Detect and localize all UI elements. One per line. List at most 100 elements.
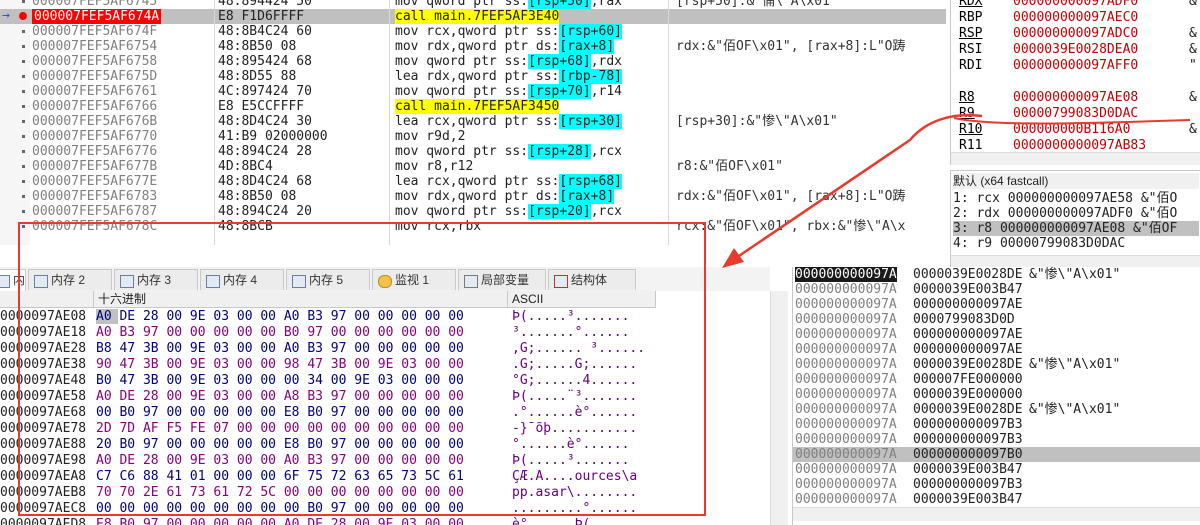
disasm-address[interactable]: 000007FEF5AF6787 (32, 204, 157, 219)
stack-row[interactable]: 000000000097A 000000000097B3 (793, 417, 1200, 432)
breakpoint-icon[interactable] (19, 12, 27, 20)
register-row[interactable]: RSI 0000039E0028DEA0 & (951, 42, 1200, 57)
stack-address[interactable]: 000000000097A (795, 357, 897, 372)
disasm-row[interactable]: 000007FEF5AF6761 4C:897424 70 mov qword pt… (0, 84, 946, 99)
register-value[interactable]: 000000000097AFF0 (1013, 58, 1138, 73)
stack-address[interactable]: 000000000097A (795, 492, 897, 507)
disasm-instruction[interactable]: mov rdx,qword ptr ds:[rax+8] (395, 39, 615, 54)
stack-value[interactable]: 0000039E003B47 (913, 462, 1023, 477)
disasm-instruction[interactable]: lea rcx,qword ptr ss:[rsp+68] (395, 174, 622, 189)
stack-value[interactable]: 000000000097AE (913, 327, 1023, 342)
register-value[interactable]: 000000000097ADC0 (1013, 26, 1138, 41)
stack-address[interactable]: 000000000097A (795, 312, 897, 327)
stack-value[interactable]: 000000000097B3 (913, 477, 1023, 492)
stack-value[interactable]: 0000039E0028DE (913, 402, 1023, 417)
dump-ascii[interactable]: è°......Þ(...... (512, 517, 637, 525)
dump-row[interactable]: 0000097AED8 E8 B0 97 00 00 00 00 00 A0 DE… (0, 517, 770, 525)
stack-value[interactable]: 000007FE000000 (913, 372, 1023, 387)
stack-address[interactable]: 000000000097A (795, 477, 897, 492)
stack-row[interactable]: 000000000097A 000000000097B0 (793, 447, 1200, 462)
register-row[interactable]: RDX 000000000097ADF0 & (951, 0, 1200, 9)
disasm-row[interactable]: 000007FEF5AF674F 48:8B4C24 60 mov rcx,qwor… (0, 24, 946, 39)
stack-address[interactable]: 000000000097A (795, 282, 897, 297)
dump-vscrollbar[interactable] (770, 291, 788, 525)
disasm-address[interactable]: 000007FEF5AF677B (32, 159, 157, 174)
disasm-instruction[interactable]: mov qword ptr ss:[rsp+50],rax (395, 0, 622, 9)
stack-value[interactable]: 0000799083D0D (913, 312, 1015, 327)
disasm-address[interactable]: 000007FEF5AF6745 (32, 0, 157, 9)
register-value[interactable]: 000000000097AEC0 (1013, 10, 1138, 25)
disasm-address[interactable]: 000007FEF5AF6754 (32, 39, 157, 54)
stack-value[interactable]: 0000039E000000 (913, 387, 1023, 402)
stack-pane[interactable]: 000000000097A 0000039E0028DE &"惨\"A\x01" 00… (792, 267, 1200, 525)
stack-value[interactable]: 0000039E003B47 (913, 492, 1023, 507)
disasm-instruction[interactable]: call main.7FEF5AF3E40 (395, 9, 560, 24)
stack-row[interactable]: 000000000097A 0000799083D0D (793, 312, 1200, 327)
stack-address[interactable]: 000000000097A (795, 387, 897, 402)
disasm-address[interactable]: 000007FEF5AF675D (32, 69, 157, 84)
disasm-instruction[interactable]: mov rcx,qword ptr ss:[rsp+60] (395, 24, 622, 39)
disasm-instruction[interactable]: call main.7FEF5AF3450 (395, 99, 560, 114)
stack-address[interactable]: 000000000097A (795, 327, 897, 342)
stack-value[interactable]: 0000039E0028DE (913, 357, 1023, 372)
stack-value[interactable]: 000000000097B3 (913, 432, 1023, 447)
disasm-address[interactable]: 000007FEF5AF676B (32, 114, 157, 129)
stack-value[interactable]: 000000000097AE (913, 297, 1023, 312)
disasm-instruction[interactable]: mov qword ptr ss:[rsp+20],rcx (395, 204, 622, 219)
disasm-instruction[interactable]: lea rdx,qword ptr ss:[rbp-78] (395, 69, 622, 84)
disasm-instruction[interactable]: mov r9d,2 (395, 129, 465, 144)
stack-row[interactable]: 000000000097A 0000039E003B47 (793, 282, 1200, 297)
disasm-address[interactable]: 000007FEF5AF6758 (32, 54, 157, 69)
disasm-address[interactable]: 000007FEF5AF6776 (32, 144, 157, 159)
disasm-address[interactable]: 000007FEF5AF677E (32, 174, 157, 189)
stack-row[interactable]: 000000000097A 0000039E0028DE &"惨\"A\x01" (793, 357, 1200, 372)
stack-address[interactable]: 000000000097A (795, 462, 897, 477)
disasm-instruction[interactable]: mov rdx,qword ptr ds:[rax+8] (395, 189, 615, 204)
stack-hscrollbar[interactable] (793, 507, 1200, 521)
register-value[interactable]: 0000039E0028DEA0 (1013, 42, 1138, 57)
disasm-instruction[interactable]: mov r8,r12 (395, 159, 473, 174)
stack-address[interactable]: 000000000097A (795, 417, 897, 432)
disasm-row[interactable]: 000007FEF5AF675D 48:8D55 88 lea rdx,qword … (0, 69, 946, 84)
register-value[interactable]: 000000000097ADF0 (1013, 0, 1138, 9)
stack-row[interactable]: 000000000097A 0000039E0028DE &"惨\"A\x01" (793, 402, 1200, 417)
stack-address[interactable]: 000000000097A (795, 432, 897, 447)
dump-address[interactable]: 0000097AED8 (0, 517, 86, 525)
stack-value[interactable]: 0000039E003B47 (913, 282, 1023, 297)
stack-address[interactable]: 000000000097A (795, 372, 897, 387)
stack-value[interactable]: 000000000097B0 (913, 447, 1023, 462)
register-row[interactable]: RBP 000000000097AEC0 (951, 10, 1200, 25)
disasm-address[interactable]: 000007FEF5AF674A (32, 9, 162, 24)
disasm-row[interactable]: 000007FEF5AF6754 48:8B50 08 mov rdx,qword … (0, 39, 946, 54)
stack-address[interactable]: 000000000097A (795, 342, 897, 357)
disasm-address[interactable]: 000007FEF5AF6761 (32, 84, 157, 99)
register-value[interactable]: 000000000097AE08 (1013, 90, 1138, 105)
disasm-address[interactable]: 000007FEF5AF6770 (32, 129, 157, 144)
disasm-address[interactable]: 000007FEF5AF674F (32, 24, 157, 39)
disasm-instruction[interactable]: mov qword ptr ss:[rsp+70],r14 (395, 84, 622, 99)
stack-row[interactable]: 000000000097A 000000000097AE (793, 327, 1200, 342)
stack-value[interactable]: 000000000097B3 (913, 417, 1023, 432)
stack-value[interactable]: 000000000097AE (913, 342, 1023, 357)
stack-row[interactable]: 000000000097A 0000039E003B47 (793, 492, 1200, 507)
disasm-instruction[interactable]: lea rcx,qword ptr ss:[rsp+30] (395, 114, 622, 129)
disasm-instruction[interactable]: mov qword ptr ss:[rsp+68],rdx (395, 54, 622, 69)
dump-hex-bytes[interactable]: E8 B0 97 00 00 00 00 00 A0 DE 28 00 9E 0… (96, 517, 464, 525)
stack-address[interactable]: 000000000097A (795, 297, 897, 312)
register-row[interactable]: RSP 000000000097ADC0 & (951, 26, 1200, 41)
disasm-instruction[interactable]: mov qword ptr ss:[rsp+28],rcx (395, 144, 622, 159)
disasm-address[interactable]: 000007FEF5AF6783 (32, 189, 157, 204)
stack-row[interactable]: 000000000097A 000007FE000000 (793, 372, 1200, 387)
register-row[interactable] (951, 74, 1200, 89)
stack-row[interactable]: 000000000097A 0000039E003B47 (793, 462, 1200, 477)
stack-row[interactable]: 000000000097A 000000000097AE (793, 297, 1200, 312)
stack-row[interactable]: 000000000097A 0000039E000000 (793, 387, 1200, 402)
stack-row[interactable]: 000000000097A 000000000097B3 (793, 432, 1200, 447)
register-row[interactable]: RDI 000000000097AFF0 " (951, 58, 1200, 73)
disasm-row[interactable]: 000007FEF5AF674A E8 F1D6FFFF call main.7FE… (0, 9, 946, 24)
disasm-address[interactable]: 000007FEF5AF6766 (32, 99, 157, 114)
register-value[interactable]: 0000000000097AB83 (1013, 138, 1146, 153)
stack-address[interactable]: 000000000097A (795, 402, 897, 417)
stack-row[interactable]: 000000000097A 000000000097B3 (793, 477, 1200, 492)
stack-row[interactable]: 000000000097A 000000000097AE (793, 342, 1200, 357)
